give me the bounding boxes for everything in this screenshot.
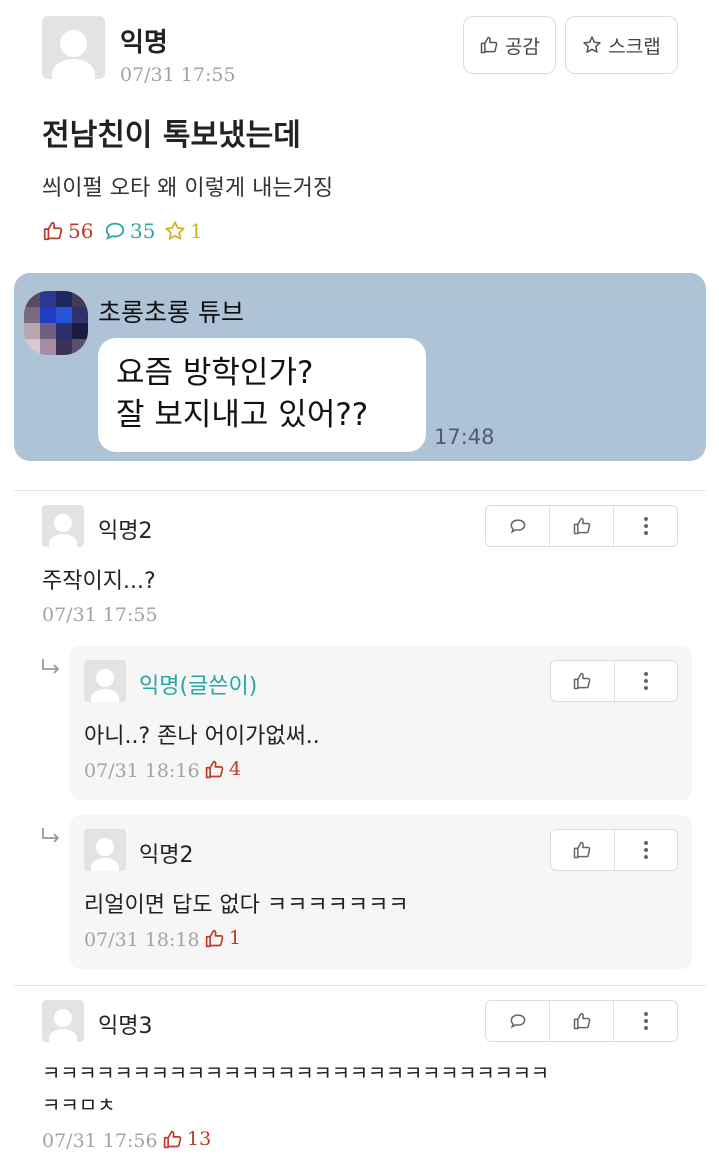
reply-more-button[interactable] [613,661,678,701]
reply-author-avatar [84,829,126,871]
comment-date: 07/31 17:55 [42,604,158,626]
vertical-dots-icon [643,1012,648,1030]
comment-more-button[interactable] [613,506,677,546]
comment-action-group [485,505,678,547]
thumbs-up-icon [573,517,590,535]
post-date: 07/31 17:55 [120,64,236,86]
speech-bubble-icon [105,222,125,241]
comment-author-name: 익명3 [98,1014,153,1039]
post-scrap-count: 1 [164,219,203,243]
comment-like-button[interactable] [549,1001,613,1041]
thumbs-up-icon [480,36,498,54]
reply-action-group [550,829,678,871]
post-like-count: 56 [42,219,93,243]
reply-item: 익명(글쓴이) 아니..? 존나 어이가없써.. 07/31 18:16 4 [70,646,692,800]
post-author-avatar [42,16,105,79]
comment-like-count: 13 [162,1128,211,1150]
reply-author-name: 익명2 [139,843,194,868]
reply-action-group [550,660,678,702]
post-author-name: 익명 [120,28,168,58]
thumbs-up-icon [205,929,224,947]
vertical-dots-icon [643,672,648,690]
reply-item: 익명2 리얼이면 답도 없다 ㅋㅋㅋㅋㅋㅋㅋ 07/31 18:18 1 [70,815,692,969]
star-icon [583,36,601,53]
divider [14,985,706,986]
reply-date: 07/31 18:18 [84,929,200,951]
like-button-label: 공감 [505,35,540,58]
comment-text: 주작이지...? [42,569,156,594]
comment-more-button[interactable] [613,1001,677,1041]
reply-like-button[interactable] [551,830,614,870]
like-button[interactable]: 공감 [463,16,556,74]
chat-message-time: 17:48 [434,425,495,449]
post-title: 전남친이 톡보냈는데 [42,118,301,153]
reply-like-count: 1 [204,927,241,949]
speech-bubble-icon [510,1014,525,1029]
reply-like-count: 4 [204,758,241,780]
comment-author-name: 익명2 [98,519,153,544]
comment-author-avatar [42,505,84,547]
post-body: 씌이펄 오타 왜 이렇게 내는거징 [42,176,334,201]
thumbs-up-icon [573,1012,590,1030]
comment-like-button[interactable] [549,506,613,546]
chat-sender-avatar [24,291,88,355]
chat-message-line: 요즘 방학인가? [116,355,314,391]
scrap-button-label: 스크랩 [608,35,661,58]
speech-bubble-icon [510,519,525,534]
comment-text: ㅋㅋㅁㅊ [42,1093,116,1117]
comment-reply-button[interactable] [486,506,549,546]
reply-arrow-icon [40,658,62,682]
comment-date: 07/31 17:56 [42,1130,158,1152]
thumbs-up-icon [163,1130,182,1148]
vertical-dots-icon [643,517,648,535]
thumbs-up-icon [43,221,63,241]
scrap-button[interactable]: 스크랩 [565,16,678,74]
reply-author-avatar [84,660,126,702]
reply-date: 07/31 18:16 [84,760,200,782]
reply-arrow-icon [40,827,62,851]
thumbs-up-icon [574,672,591,690]
chat-sender-name: 초롱초롱 튜브 [98,298,244,327]
reply-more-button[interactable] [613,830,678,870]
comment-text: ㅋㅋㅋㅋㅋㅋㅋㅋㅋㅋㅋㅋㅋㅋㅋㅋㅋㅋㅋㅋㅋㅋㅋㅋㅋㅋㅋㅋ [42,1061,549,1085]
reply-like-button[interactable] [551,661,614,701]
comment-reply-button[interactable] [486,1001,549,1041]
divider [14,490,706,491]
thumbs-up-icon [574,841,591,859]
chat-message-line: 잘 보지내고 있어?? [116,397,369,433]
post-comment-count: 35 [104,219,155,243]
star-icon [165,221,185,240]
reply-text: 리얼이면 답도 없다 ㅋㅋㅋㅋㅋㅋㅋ [84,893,409,918]
chat-message-bubble: 요즘 방학인가? 잘 보지내고 있어?? [98,338,426,452]
comment-action-group [485,1000,678,1042]
thumbs-up-icon [205,760,224,778]
vertical-dots-icon [643,841,648,859]
comment-author-avatar [42,1000,84,1042]
chat-screenshot: 초롱초롱 튜브 요즘 방학인가? 잘 보지내고 있어?? 17:48 [14,273,706,461]
reply-text: 아니..? 존나 어이가없써.. [84,724,320,749]
reply-author-name: 익명(글쓴이) [139,674,258,699]
